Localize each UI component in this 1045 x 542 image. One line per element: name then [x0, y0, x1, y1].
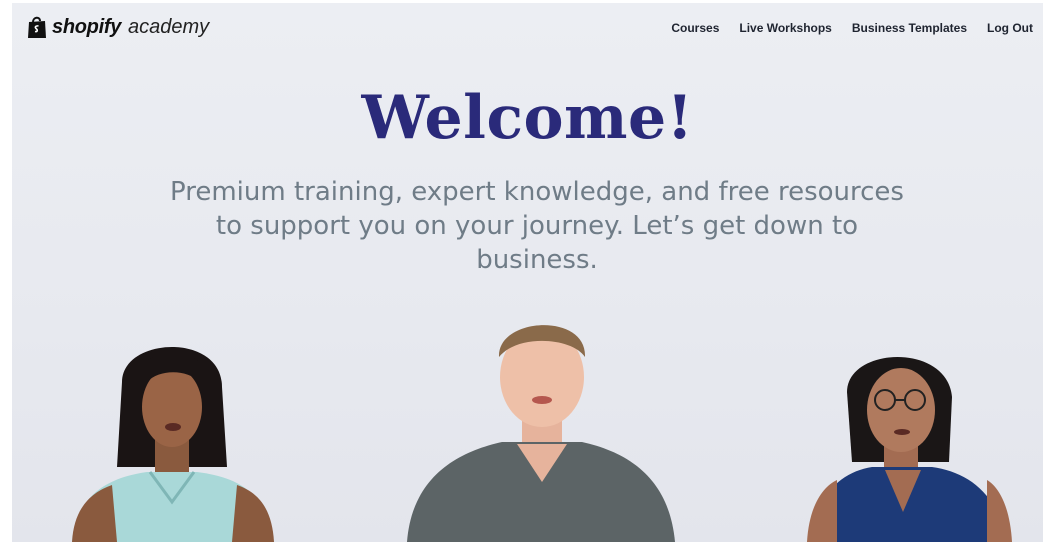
instructor-photo-center: [407, 302, 677, 542]
logo-product-text: academy: [128, 15, 210, 38]
instructor-photo-right: [807, 342, 1027, 542]
shopping-bag-icon: [28, 16, 46, 38]
main-nav: Courses Live Workshops Business Template…: [671, 21, 1033, 35]
nav-business-templates-link[interactable]: Business Templates: [852, 21, 967, 35]
page: shopify academy Courses Live Workshops B…: [12, 3, 1043, 542]
logo-brand-text: shopify: [52, 15, 122, 38]
hero-title: Welcome!: [361, 83, 694, 153]
hero-subtitle: Premium training, expert knowledge, and …: [170, 177, 904, 275]
instructor-photo-left: [52, 327, 292, 542]
nav-courses-link[interactable]: Courses: [671, 21, 719, 35]
nav-log-out-link[interactable]: Log Out: [987, 21, 1033, 35]
shopify-academy-logo[interactable]: shopify academy: [26, 13, 209, 41]
nav-live-workshops-link[interactable]: Live Workshops: [739, 21, 831, 35]
